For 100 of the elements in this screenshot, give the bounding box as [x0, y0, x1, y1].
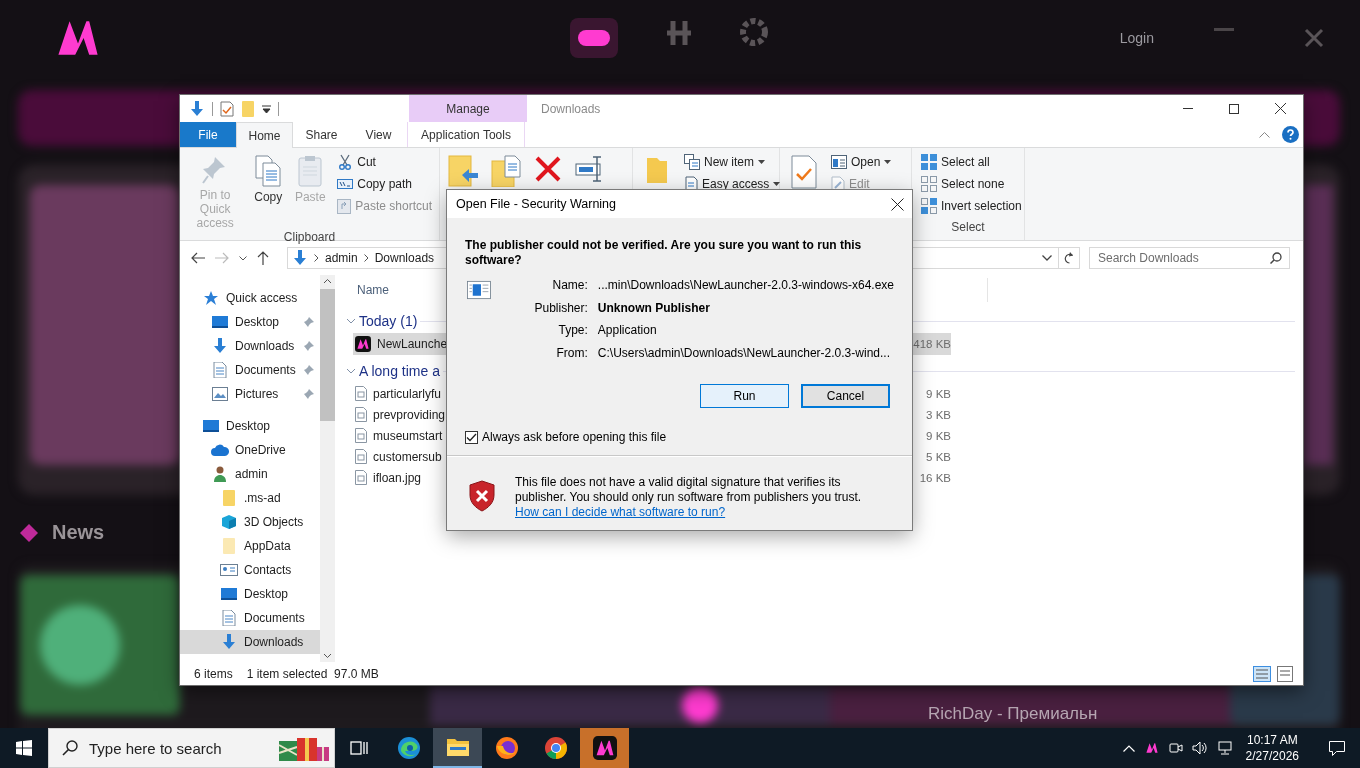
nav-item[interactable]: Desktop	[180, 310, 320, 334]
file-name[interactable]: museumstart	[373, 428, 443, 443]
ribbon-button[interactable]: Cut	[334, 151, 435, 173]
clock-time[interactable]: 10:17 AM	[1246, 732, 1298, 748]
help-link[interactable]: How can I decide what software to run?	[515, 505, 726, 520]
dropdown-icon[interactable]	[262, 104, 271, 113]
ribbon-button[interactable]: Open	[828, 151, 895, 173]
field-value: Application	[597, 322, 658, 339]
nav-item[interactable]: Quick access	[180, 286, 320, 310]
help-icon[interactable]	[1282, 126, 1299, 143]
ribbon-button[interactable]: Invert selection	[918, 195, 1025, 217]
gamepad-icon[interactable]	[570, 17, 618, 58]
maximize-icon[interactable]	[1229, 103, 1239, 114]
back-icon[interactable]	[191, 252, 205, 264]
chevron-up-icon[interactable]	[1122, 744, 1135, 752]
window-icon	[831, 155, 847, 169]
document-icon	[213, 362, 227, 378]
file-name[interactable]: particularlyfu	[373, 386, 442, 401]
column-header[interactable]: Name	[357, 283, 389, 297]
nav-item[interactable]: Desktop	[180, 414, 320, 438]
login-link[interactable]: Login	[1119, 29, 1154, 46]
ribbon-tab[interactable]: View	[350, 122, 407, 147]
dialog-button[interactable]: Cancel	[801, 384, 890, 408]
dialog-button[interactable]: Run	[700, 384, 789, 408]
edge-icon[interactable]	[396, 736, 421, 760]
clock-date[interactable]: 2/27/2026	[1245, 748, 1299, 764]
nav-item[interactable]: Desktop	[180, 582, 320, 606]
nav-item[interactable]: AppData	[180, 534, 320, 558]
refresh-icon[interactable]	[1063, 252, 1075, 264]
checkbox-label[interactable]: Always ask before opening this file	[482, 430, 667, 444]
file-name[interactable]: NewLaunche	[377, 337, 448, 351]
windows-icon[interactable]	[16, 740, 32, 756]
ribbon-button[interactable]: Copy	[248, 151, 289, 230]
context-tab-header: Manage	[409, 95, 527, 122]
ribbon-button[interactable]: Copy path	[334, 173, 435, 195]
taskbar-button[interactable]	[433, 728, 482, 768]
field-value: ...min\Downloads\NewLauncher-2.0.3-windows-x64.exe	[597, 277, 894, 294]
chevron-down-icon[interactable]	[239, 255, 247, 261]
close-icon[interactable]	[1274, 103, 1286, 114]
nav-item[interactable]: Contacts	[180, 558, 320, 582]
nav-item[interactable]: Downloads	[180, 630, 320, 654]
ribbon-tab[interactable]: Application Tools	[407, 122, 525, 147]
task-view-icon[interactable]	[349, 739, 370, 757]
properties-icon[interactable]	[220, 100, 234, 117]
file-size: 3 KB	[926, 408, 951, 421]
nav-item[interactable]: admin	[180, 462, 320, 486]
meet-icon[interactable]	[1168, 741, 1183, 755]
file-name[interactable]: prevproviding	[373, 407, 446, 422]
ribbon-tab[interactable]: Home	[236, 122, 293, 148]
speaker-icon[interactable]	[1191, 741, 1208, 755]
up-icon[interactable]	[257, 251, 269, 265]
chrome-icon[interactable]	[543, 736, 568, 760]
details-view-icon[interactable]	[1253, 665, 1271, 682]
file-size: 5 KB	[926, 450, 951, 463]
field-value: Unknown Publisher	[597, 299, 711, 317]
ribbon-button[interactable]: Select all	[918, 151, 1025, 173]
chevron-down-icon[interactable]	[1042, 255, 1052, 261]
file-name[interactable]: customersub	[373, 449, 442, 464]
firefox-icon[interactable]	[494, 736, 519, 760]
scrollbar-thumb[interactable]	[320, 289, 335, 421]
path-icon	[337, 178, 354, 190]
search-field[interactable]: Type here to search	[48, 728, 335, 768]
section-title: News	[52, 521, 105, 544]
folder-icon[interactable]	[445, 737, 470, 757]
warning-text: This file does not have a valid digital signature that verifies its publisher. You should only run software from publishers you trust.	[515, 475, 863, 505]
collapse-icon[interactable]	[1259, 131, 1270, 138]
close-icon[interactable]	[890, 197, 904, 211]
nav-item[interactable]: Pictures	[180, 382, 320, 406]
group-header[interactable]: Today (1)	[359, 313, 418, 329]
notification-icon[interactable]	[1329, 740, 1345, 756]
checkbox[interactable]	[465, 430, 478, 444]
clipboard-icon	[298, 155, 323, 187]
nav-item[interactable]: 3D Objects	[180, 510, 320, 534]
nav-item[interactable]: OneDrive	[180, 438, 320, 462]
search-field[interactable]: Search Downloads	[1089, 247, 1290, 269]
ribbon-button[interactable]: Select none	[918, 173, 1025, 195]
ribbon-tab[interactable]: File	[180, 122, 236, 147]
shield-error-icon	[469, 480, 495, 512]
settings-icon[interactable]	[740, 17, 768, 46]
card-title: RichDay - Премиальн	[928, 704, 1098, 724]
network-icon[interactable]	[1216, 741, 1233, 755]
nav-item[interactable]: Downloads	[180, 334, 320, 358]
window-title: Downloads	[541, 101, 601, 116]
tiles-view-icon[interactable]	[1277, 665, 1293, 682]
download-icon	[221, 634, 237, 650]
cube-icon	[221, 514, 237, 530]
launcher-icon[interactable]	[592, 736, 617, 760]
file-name[interactable]: ifloan.jpg	[373, 470, 422, 485]
nav-item[interactable]: Documents	[180, 606, 320, 630]
nav-item[interactable]: .ms-ad	[180, 486, 320, 510]
ribbon-button[interactable]: New item	[681, 151, 784, 173]
launcher-icon	[1143, 740, 1160, 756]
ribbon-tab[interactable]: Share	[293, 122, 350, 147]
selection-info: 1 item selected 97.0 MB	[246, 666, 379, 681]
copy-icon	[255, 155, 282, 187]
warning-heading: The publisher could not be verified. Are you sure you want to run this software?	[465, 238, 863, 268]
user-icon	[213, 466, 227, 482]
nav-item[interactable]: Documents	[180, 358, 320, 382]
group-header[interactable]: A long time a	[359, 363, 440, 379]
taskbar-button[interactable]	[580, 728, 629, 768]
